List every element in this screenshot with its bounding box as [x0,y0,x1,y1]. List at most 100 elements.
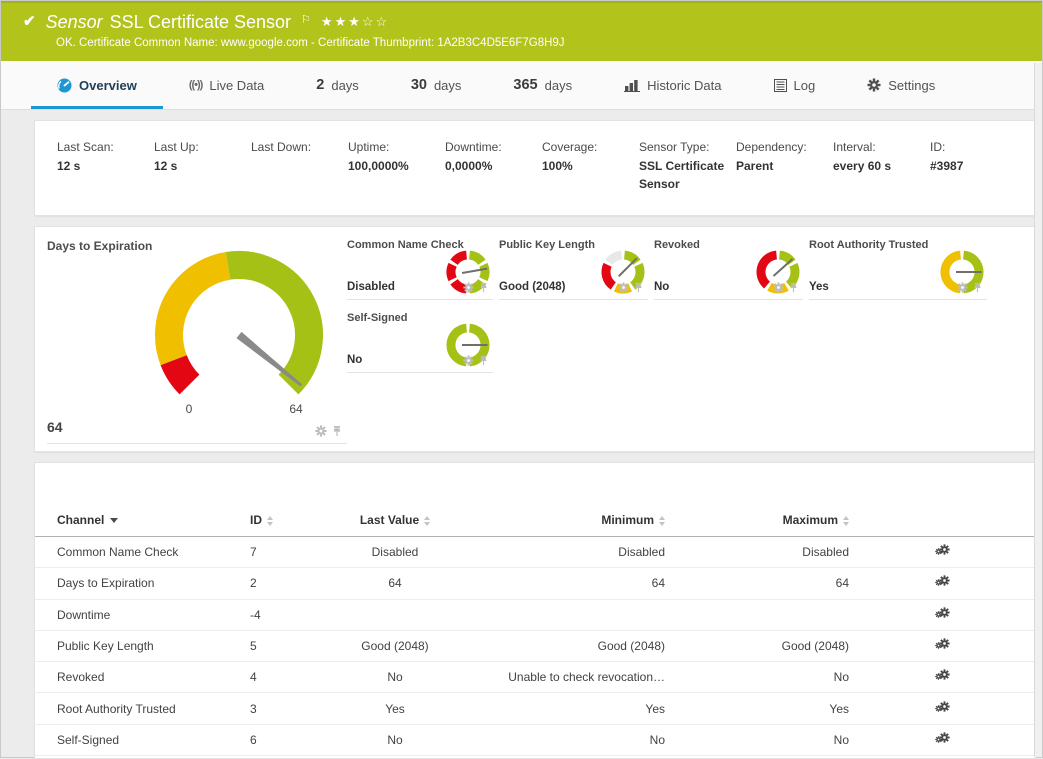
info-field-value: SSL Certificate Sensor [639,157,726,194]
channel-name-cell: Downtime [35,599,250,630]
column-header-maximum[interactable]: Maximum [665,513,849,537]
info-field-label: Dependency: [736,138,823,157]
gauge-tile-common-name-check: Common Name CheckDisabled [347,237,493,300]
gauge-tile-actions [463,280,489,298]
gauge-pin-icon[interactable] [633,280,644,298]
object-kind-label: Sensor [46,10,103,34]
gauge-value: Disabled [347,281,395,293]
small-gear-icon [935,669,942,683]
channel-actions-cell [849,662,1035,693]
channel-value-cell: Yes [470,693,665,724]
channel-value-cell: Good (2048) [665,630,849,661]
star-empty-icon: ☆ [362,14,376,29]
info-field-label: Last Up: [154,138,241,157]
channels-table-header-row: Channel IDLast ValueMinimumMaximum [35,513,1035,537]
gauge-tile-actions [957,280,983,298]
column-header-minimum[interactable]: Minimum [470,513,665,537]
info-field: Uptime:100,0000% [348,138,445,215]
info-field: ID:#3987 [930,138,1027,215]
sort-down-arrow [843,522,849,526]
channel-settings-button[interactable] [935,732,950,745]
gauge-pin-icon[interactable] [972,280,983,298]
channel-settings-button[interactable] [935,701,950,714]
info-field-value: 12 s [154,157,241,176]
tab-2-days[interactable]: 2days [290,61,385,109]
channel-name-cell: Self-Signed [35,724,250,755]
column-header-label: Channel [57,513,104,527]
priority-stars[interactable]: ★★★☆☆ [321,10,389,34]
sort-toggle-icon [659,516,665,526]
gauge-pin-icon[interactable] [478,353,489,371]
channel-settings-button[interactable] [935,669,950,682]
channel-settings-button[interactable] [935,575,950,588]
channel-settings-button[interactable] [935,638,950,651]
gauge-settings-gear-icon[interactable] [315,424,327,442]
channel-value-cell: No [665,724,849,755]
gauge-pin-icon[interactable] [788,280,799,298]
sort-toggle-icon [267,516,273,526]
channel-value-cell: Yes [320,693,470,724]
tab-label: Historic Data [647,78,721,93]
info-field-label: Interval: [833,138,920,157]
column-header-channel[interactable]: Channel [35,513,250,537]
gauge-pin-icon[interactable] [331,424,343,442]
channel-value-cell: 5 [250,630,320,661]
channel-row: Root Authority Trusted3YesYesYes [35,693,1035,724]
column-header-last-value[interactable]: Last Value [320,513,470,537]
tab-label: days [434,78,461,93]
tab-live-data[interactable]: ((•))Live Data [163,61,290,109]
tab-settings[interactable]: Settings [841,61,961,109]
flag-icon[interactable]: ⚐ [301,8,311,32]
gauge-settings-gear-icon[interactable] [618,280,629,298]
channel-value-cell: Good (2048) [470,630,665,661]
info-field-value: 100,0000% [348,157,435,176]
info-field-label: Downtime: [445,138,532,157]
sort-up-arrow [843,516,849,520]
channel-name-cell: Revoked [35,662,250,693]
sort-toggle-icon [843,516,849,526]
gauge-pin-icon[interactable] [478,280,489,298]
tab-day-count: 365 [513,77,537,93]
tab-30-days[interactable]: 30days [385,61,488,109]
info-field: Last Up:12 s [154,138,251,215]
column-header-id[interactable]: ID [250,513,320,537]
channel-value-cell: -4 [250,599,320,630]
gauge-settings-gear-icon[interactable] [463,280,474,298]
gauge-settings-gear-icon[interactable] [463,353,474,371]
star-filled-icon: ★ [321,14,335,29]
channel-value-cell: 64 [665,568,849,599]
gauge-tile-days-to-expiration: Days to Expiration06464 [47,237,347,444]
gauge-tile-actions [618,280,644,298]
channel-row: Revoked4NoUnable to check revocation…No [35,662,1035,693]
gauge-icon [57,78,72,93]
channel-value-cell: Yes [665,693,849,724]
small-gear-icon [935,575,942,589]
gauge-settings-gear-icon[interactable] [957,280,968,298]
channel-value-cell: 3 [250,693,320,724]
vertical-scrollbar[interactable] [1034,63,1042,757]
info-field-value: 0,0000% [445,157,532,176]
gauge-value: No [654,281,669,293]
channel-row: Downtime-4 [35,599,1035,630]
gauge-tile-revoked: Revoked No [654,237,803,300]
info-field-label: ID: [930,138,1017,157]
sensor-overview-content: Last Scan:12 sLast Up:12 sLast Down:Upti… [1,110,1042,759]
tab-log[interactable]: Log [748,61,842,109]
sort-desc-icon [110,518,118,523]
channel-settings-button[interactable] [935,544,950,557]
tab-historic-data[interactable]: Historic Data [598,61,747,109]
tab-overview[interactable]: Overview [31,61,163,109]
channel-value-cell: 64 [320,568,470,599]
info-field-value: 12 s [57,157,144,176]
info-field-value: 100% [542,157,629,176]
tab-365-days[interactable]: 365days [487,61,598,109]
channel-value-cell: Unable to check revocation… [470,662,665,693]
channel-actions-cell [849,537,1035,568]
channel-settings-button[interactable] [935,607,950,620]
gauge-title: Revoked [654,239,700,251]
info-field-label: Uptime: [348,138,435,157]
sort-up-arrow [659,516,665,520]
gauge-settings-gear-icon[interactable] [773,280,784,298]
sort-down-arrow [267,522,273,526]
channel-actions-cell [849,724,1035,755]
